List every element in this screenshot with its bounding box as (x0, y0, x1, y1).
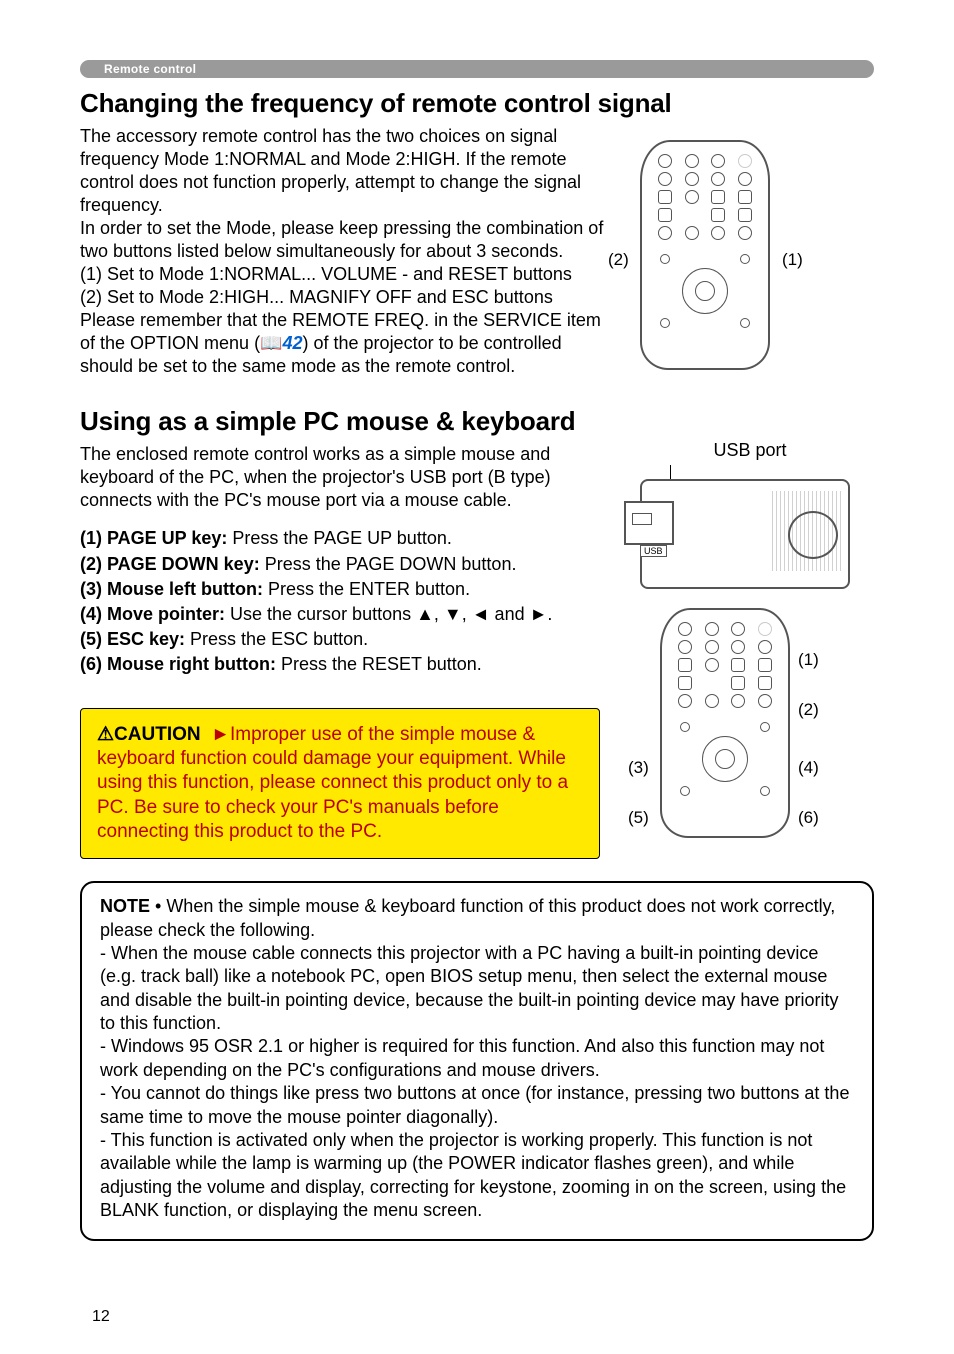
note-b4: - This function is activated only when t… (100, 1130, 846, 1220)
note-lead: • When the simple mouse & keyboard funct… (100, 896, 835, 939)
caution-title: CAUTION (114, 724, 201, 745)
usb-port-label: USB port (640, 440, 860, 461)
manual-ref-icon: 📖 (260, 333, 282, 353)
mouse-intro: The enclosed remote control works as a s… (80, 443, 610, 512)
note-b3: - You cannot do things like press two bu… (100, 1083, 849, 1126)
remote-illustration-1: (2) (1) (640, 140, 770, 370)
projector-icon: USB (640, 479, 850, 589)
callout-r6: (6) (798, 808, 819, 828)
usb-text: USB (640, 545, 667, 557)
freq-p1: The accessory remote control has the two… (80, 126, 581, 215)
page-number: 12 (92, 1308, 110, 1326)
freq-p4: (2) Set to Mode 2:HIGH... MAGNIFY OFF an… (80, 287, 553, 307)
freq-p3: (1) Set to Mode 1:NORMAL... VOLUME - and… (80, 264, 572, 284)
callout-r5: (5) (628, 808, 649, 828)
callout-r3: (3) (628, 758, 649, 778)
callout-r4: (4) (798, 758, 819, 778)
callout-2: (2) (608, 250, 629, 270)
freq-paragraph: The accessory remote control has the two… (80, 125, 610, 378)
callout-1: (1) (782, 250, 803, 270)
note-b2: - Windows 95 OSR 2.1 or higher is requir… (100, 1036, 824, 1079)
remote-illustration-2: (1) (2) (3) (4) (5) (6) (660, 608, 790, 838)
section-tag-text: Remote control (104, 62, 196, 76)
section-tag: Remote control (80, 60, 874, 78)
callout-r2: (2) (798, 700, 819, 720)
warning-icon: ⚠ (97, 724, 114, 745)
note-title: NOTE (100, 896, 150, 916)
manual-ref-num: 42 (282, 333, 302, 353)
caution-arrow: ► (211, 724, 230, 745)
usb-port-illustration: USB port USB (640, 440, 860, 589)
freq-p2: In order to set the Mode, please keep pr… (80, 218, 603, 261)
heading-mouse: Using as a simple PC mouse & keyboard (80, 406, 575, 437)
caution-box: ⚠CAUTION ►Improper use of the simple mou… (80, 708, 600, 860)
heading-frequency: Changing the frequency of remote control… (80, 88, 874, 119)
callout-r1: (1) (798, 650, 819, 670)
note-b1: - When the mouse cable connects this pro… (100, 943, 838, 1033)
note-box: NOTE • When the simple mouse & keyboard … (80, 881, 874, 1240)
